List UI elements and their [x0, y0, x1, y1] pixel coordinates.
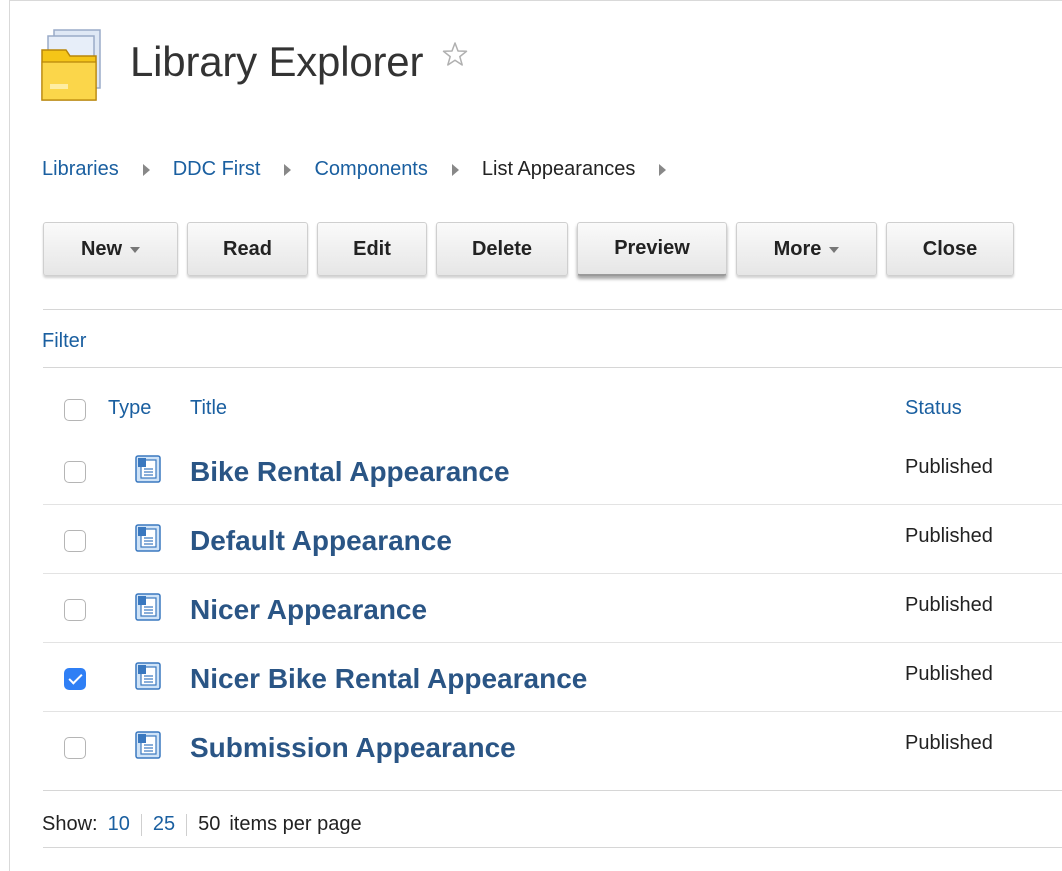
breadcrumb-components[interactable]: Components — [314, 158, 427, 181]
row-status: Published — [905, 732, 993, 754]
delete-button-label: Delete — [471, 237, 533, 260]
divider — [43, 847, 1062, 848]
caret-down-icon — [829, 247, 840, 253]
table-header: Type Title Status — [0, 395, 1062, 425]
breadcrumb: Libraries DDC First Components List Appe… — [42, 158, 689, 181]
divider — [43, 309, 1062, 310]
document-icon — [135, 731, 161, 759]
chevron-right-icon[interactable] — [659, 163, 667, 176]
folder-icon — [41, 29, 101, 101]
table-row[interactable]: Nicer Appearance Published — [0, 575, 1062, 643]
star-outline-icon[interactable] — [442, 41, 468, 67]
row-divider — [43, 573, 1062, 574]
separator — [186, 813, 188, 836]
separator — [140, 813, 142, 836]
row-title-link[interactable]: Bike Rental Appearance — [190, 456, 510, 488]
preview-button[interactable]: Preview — [577, 222, 727, 276]
breadcrumb-ddc-first[interactable]: DDC First — [173, 158, 261, 181]
more-button-label: More — [773, 237, 822, 260]
column-header-status[interactable]: Status — [905, 397, 962, 420]
row-status: Published — [905, 663, 993, 685]
column-header-type[interactable]: Type — [108, 397, 151, 420]
new-button[interactable]: New — [43, 222, 178, 276]
page-size-50-current: 50 — [198, 813, 221, 835]
divider — [43, 790, 1062, 791]
table-row[interactable]: Default Appearance Published — [0, 506, 1062, 574]
toolbar: New Read Edit Delete Preview More Close — [43, 222, 1023, 276]
document-icon — [135, 593, 161, 621]
items-per-page-label: items per page — [229, 813, 362, 835]
edit-button-label: Edit — [353, 237, 391, 260]
select-all-checkbox[interactable] — [64, 399, 86, 421]
row-divider — [43, 642, 1062, 643]
breadcrumb-libraries[interactable]: Libraries — [42, 158, 119, 181]
close-button[interactable]: Close — [886, 222, 1014, 276]
divider — [43, 367, 1062, 368]
row-divider — [43, 711, 1062, 712]
row-title-link[interactable]: Nicer Appearance — [190, 594, 427, 626]
column-header-title[interactable]: Title — [190, 397, 227, 420]
pagination: Show: 10 25 50 items per page — [42, 813, 362, 836]
breadcrumb-list-appearances: List Appearances — [481, 158, 636, 180]
row-checkbox[interactable] — [64, 461, 86, 483]
row-status: Published — [905, 525, 993, 547]
chevron-right-icon — [284, 163, 292, 176]
row-checkbox[interactable] — [64, 530, 86, 552]
chevron-right-icon — [451, 163, 459, 176]
page-size-10[interactable]: 10 — [108, 813, 130, 836]
row-title-link[interactable]: Submission Appearance — [190, 732, 516, 764]
show-label: Show: — [42, 813, 98, 835]
row-title-link[interactable]: Default Appearance — [190, 525, 452, 557]
caret-down-icon — [130, 247, 141, 253]
row-checkbox[interactable] — [64, 599, 86, 621]
document-icon — [135, 455, 161, 483]
table-row[interactable]: Nicer Bike Rental Appearance Published — [0, 644, 1062, 712]
read-button-label: Read — [223, 237, 272, 260]
row-status: Published — [905, 594, 993, 616]
document-icon — [135, 524, 161, 552]
preview-button-label: Preview — [614, 237, 690, 259]
row-divider — [43, 504, 1062, 505]
table-row[interactable]: Bike Rental Appearance Published — [0, 437, 1062, 505]
more-button[interactable]: More — [736, 222, 877, 276]
row-checkbox[interactable] — [64, 737, 86, 759]
delete-button[interactable]: Delete — [436, 222, 568, 276]
chevron-right-icon — [142, 163, 150, 176]
row-checkbox[interactable] — [64, 668, 86, 690]
row-status: Published — [905, 456, 993, 478]
read-button[interactable]: Read — [187, 222, 308, 276]
edit-button[interactable]: Edit — [317, 222, 427, 276]
table-row[interactable]: Submission Appearance Published — [0, 713, 1062, 781]
page-size-25[interactable]: 25 — [153, 813, 175, 836]
document-icon — [135, 662, 161, 690]
filter-link[interactable]: Filter — [42, 330, 86, 353]
close-button-label: Close — [922, 237, 978, 260]
new-button-label: New — [80, 237, 123, 260]
page-title: Library Explorer — [130, 38, 424, 85]
row-title-link[interactable]: Nicer Bike Rental Appearance — [190, 663, 587, 695]
